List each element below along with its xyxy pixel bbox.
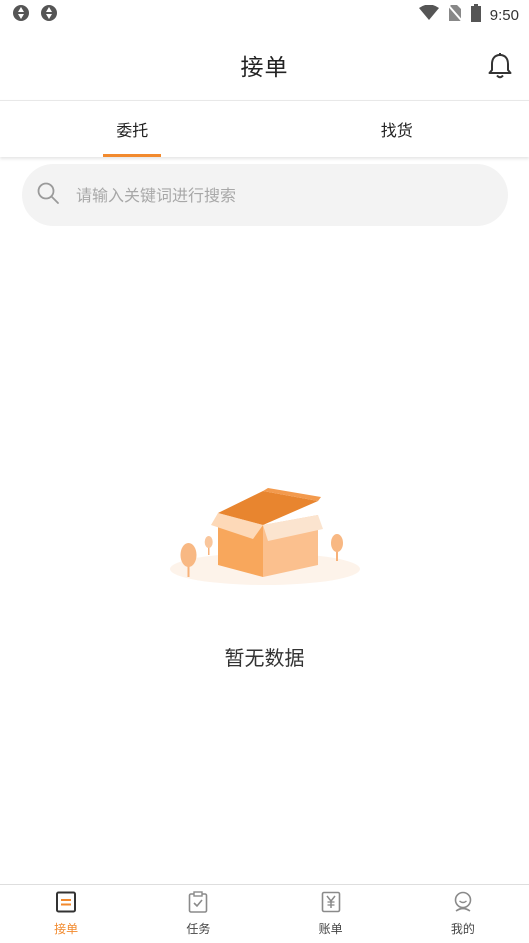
sync-icon xyxy=(40,4,58,26)
bell-icon[interactable] xyxy=(487,52,513,84)
tab-label: 找货 xyxy=(381,117,413,141)
status-time: 9:50 xyxy=(490,7,519,24)
profile-icon xyxy=(452,891,474,917)
tab-bar: 委托 找货 xyxy=(0,100,529,157)
nav-label: 我的 xyxy=(451,920,475,937)
status-right: 9:50 xyxy=(419,4,529,26)
sync-icon xyxy=(12,4,30,26)
empty-state-text: 暂无数据 xyxy=(0,642,529,671)
page-title: 接单 xyxy=(241,48,289,82)
nav-label: 接单 xyxy=(54,920,78,937)
yen-doc-icon xyxy=(320,891,342,917)
status-left xyxy=(0,4,58,26)
tab-entrust[interactable]: 委托 xyxy=(0,101,265,157)
bottom-nav: 接单 任务 账单 xyxy=(0,884,529,943)
search-icon xyxy=(36,181,60,209)
title-bar: 接单 xyxy=(0,30,529,100)
nav-label: 任务 xyxy=(186,920,210,937)
tab-label: 委托 xyxy=(116,117,148,141)
nav-label: 账单 xyxy=(319,920,343,937)
no-sim-icon xyxy=(448,4,462,26)
list-doc-icon xyxy=(55,891,77,917)
empty-box-icon xyxy=(168,485,362,594)
battery-icon xyxy=(471,4,481,26)
nav-tasks[interactable]: 任务 xyxy=(132,885,264,943)
active-tab-indicator xyxy=(103,154,161,157)
clipboard-check-icon xyxy=(187,891,209,917)
tab-find-goods[interactable]: 找货 xyxy=(265,101,529,157)
status-bar: 9:50 xyxy=(0,0,529,30)
search-bar[interactable] xyxy=(22,164,508,226)
nav-bills[interactable]: 账单 xyxy=(265,885,397,943)
nav-profile[interactable]: 我的 xyxy=(397,885,529,943)
search-input[interactable] xyxy=(74,185,458,206)
nav-orders[interactable]: 接单 xyxy=(0,885,132,943)
wifi-icon xyxy=(419,5,439,25)
